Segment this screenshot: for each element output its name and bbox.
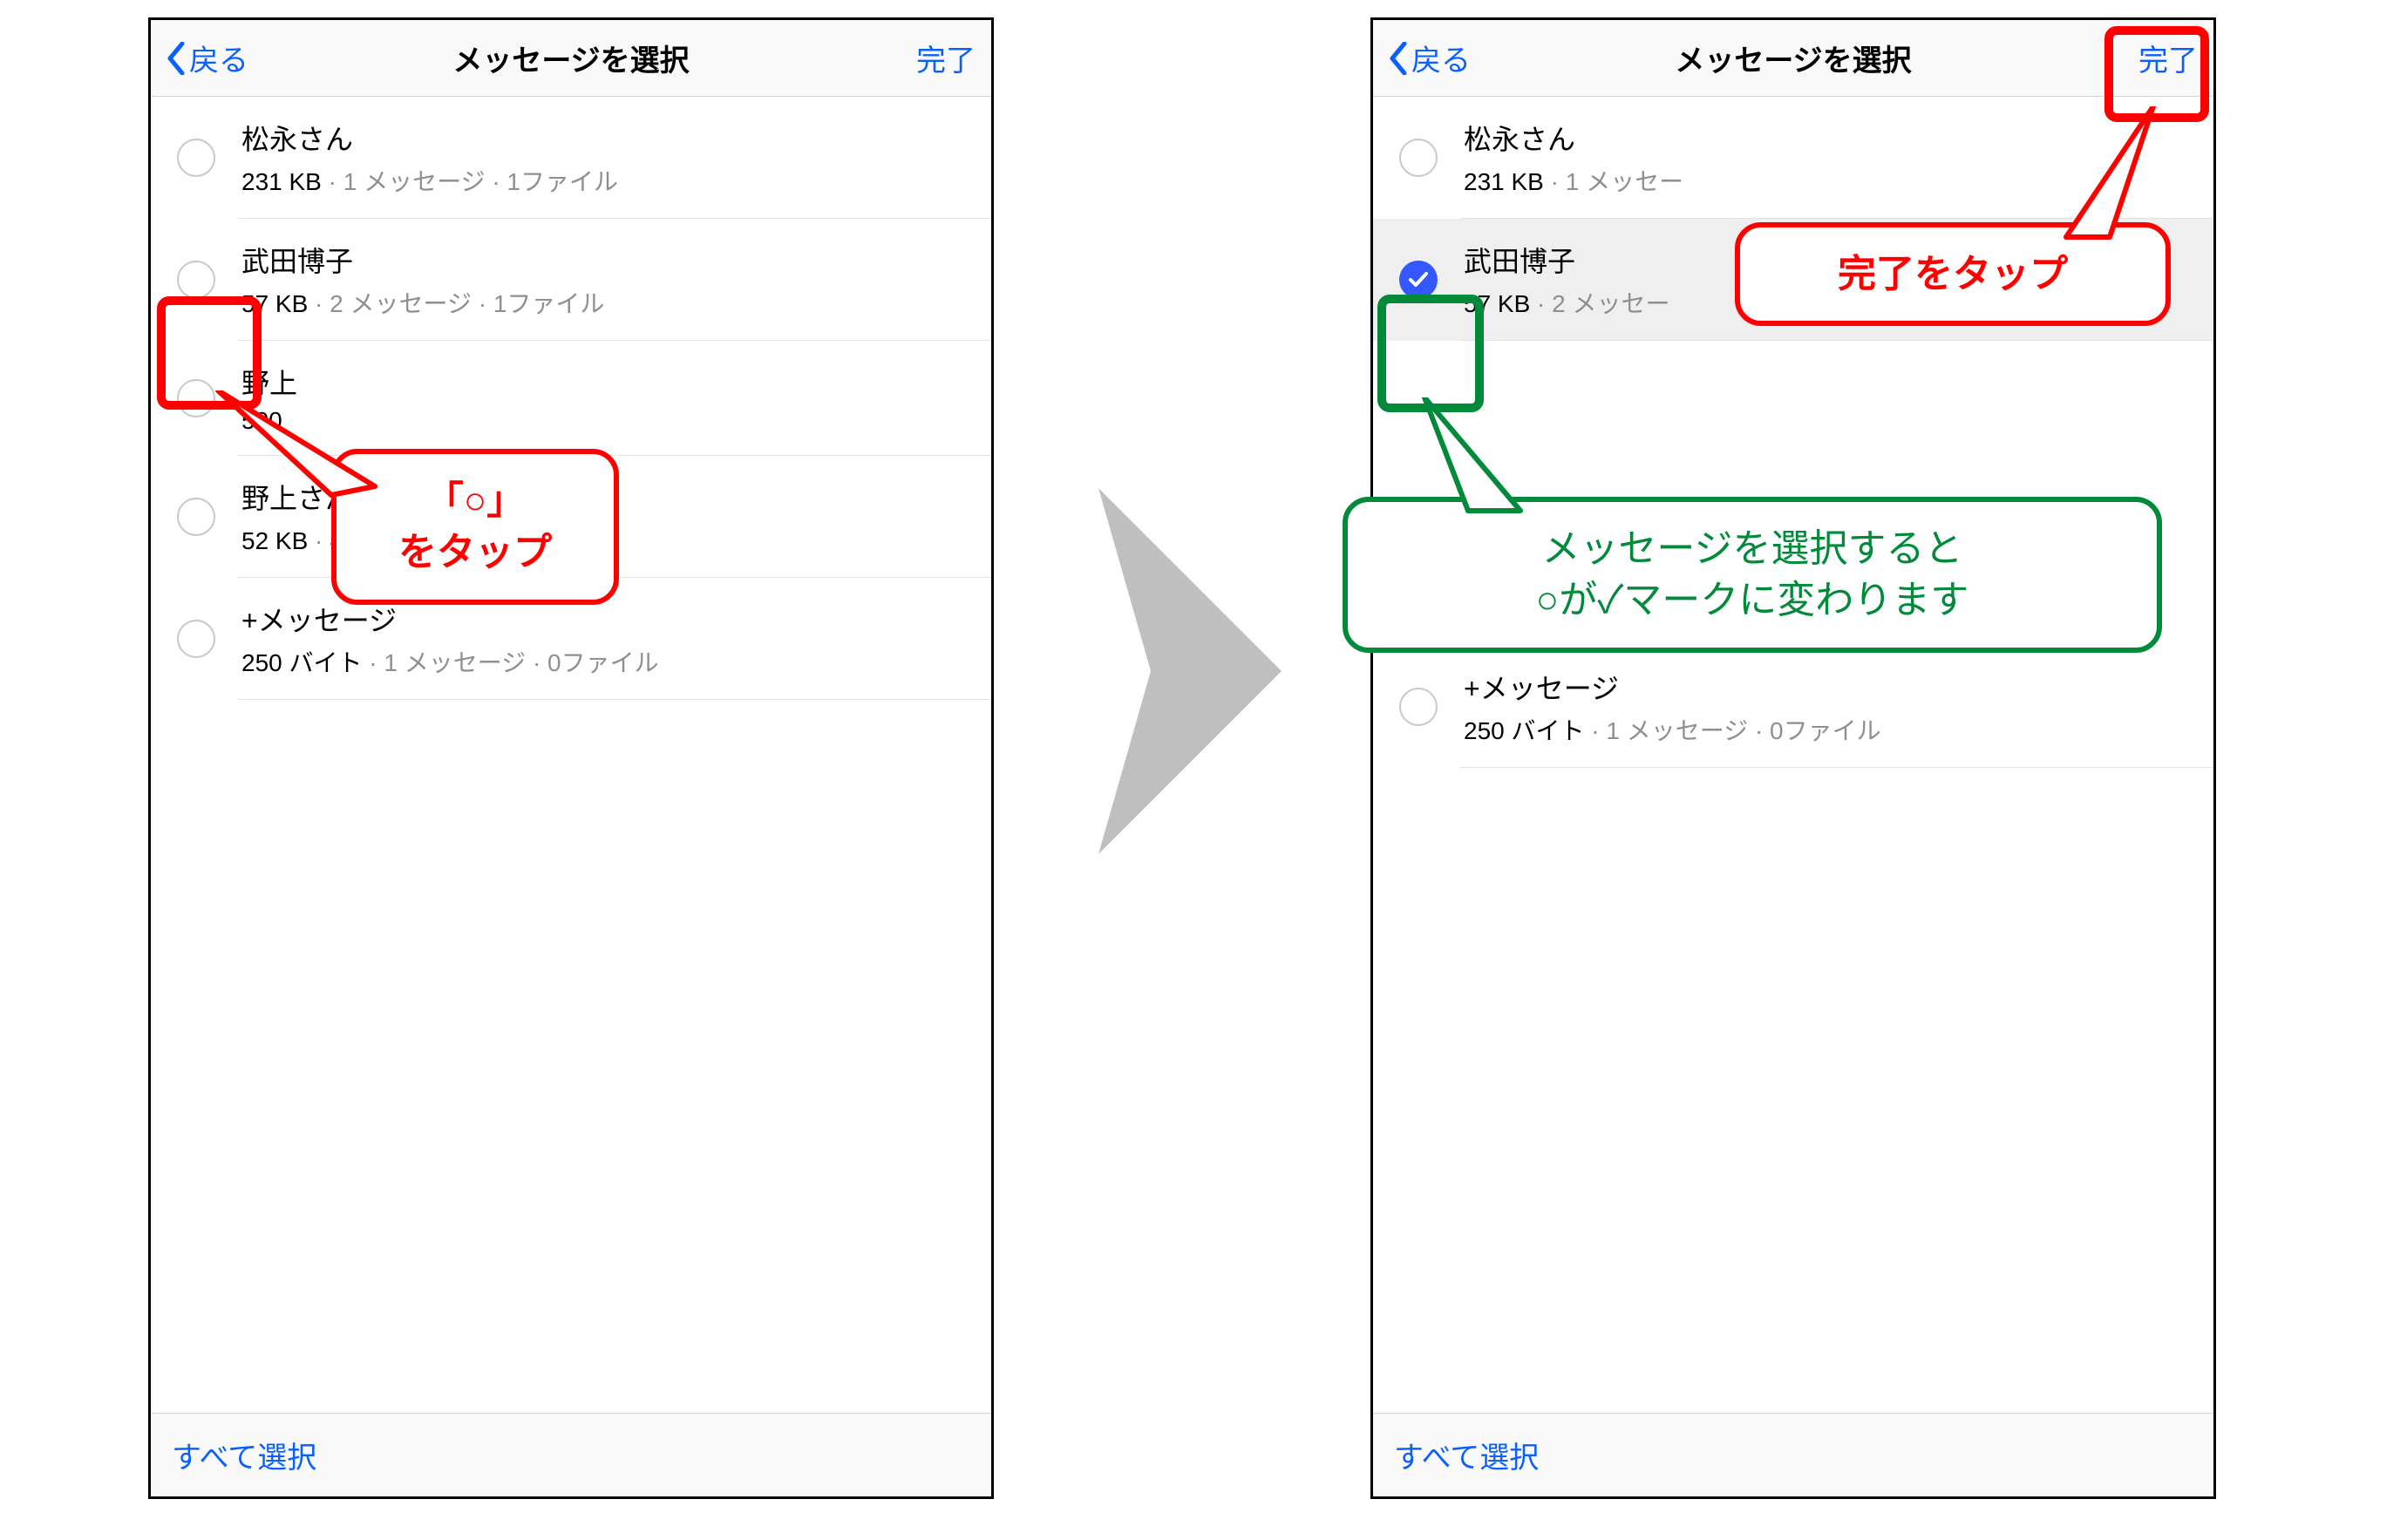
list-item[interactable]: 松永さん 231 KB · 1 メッセー — [1373, 97, 2213, 219]
callout-tap-done: 完了をタップ — [1735, 222, 2171, 326]
list-item-text: +メッセージ 250 バイト · 1 メッセージ · 0ファイル — [241, 599, 974, 679]
list-item-text: 武田博子 57 KB · 2 メッセージ · 1ファイル — [241, 240, 974, 320]
list-item-text: 野上 500 — [241, 362, 974, 435]
page-title: メッセージを選択 — [151, 37, 991, 79]
list-item-title: 武田博子 — [241, 240, 974, 280]
select-circle-icon[interactable] — [177, 379, 215, 417]
back-label: 戻る — [1411, 37, 1471, 79]
phone-left: 戻る メッセージを選択 完了 松永さん 231 KB · 1 メッセージ · 1… — [148, 17, 994, 1499]
select-circle-icon[interactable] — [177, 498, 215, 536]
back-button[interactable]: 戻る — [167, 37, 248, 79]
back-label: 戻る — [189, 37, 248, 79]
navbar: 戻る メッセージを選択 完了 — [151, 20, 991, 97]
callout-explain: メッセージを選択すると ○が✓マークに変わります — [1343, 497, 2162, 653]
select-circle-icon-checked[interactable] — [1399, 261, 1438, 299]
list-item-sub: 231 KB · 1 メッセージ · 1ファイル — [241, 163, 974, 198]
chevron-left-icon — [167, 42, 186, 75]
list-item[interactable]: 武田博子 57 KB · 2 メッセージ · 1ファイル — [151, 219, 991, 341]
list-item-sub: 250 バイト · 1 メッセージ · 0ファイル — [241, 644, 974, 679]
chevron-left-icon — [1389, 42, 1408, 75]
footer: すべて選択 — [151, 1413, 991, 1496]
done-button[interactable]: 完了 — [2138, 37, 2198, 79]
list-item[interactable]: +メッセージ 250 バイト · 1 メッセージ · 0ファイル — [1373, 646, 2213, 768]
select-circle-icon[interactable] — [177, 620, 215, 658]
list-item[interactable]: 松永さん 231 KB · 1 メッセージ · 1ファイル — [151, 97, 991, 219]
done-button[interactable]: 完了 — [916, 37, 976, 79]
list-item-sub: 250 バイト · 1 メッセージ · 0ファイル — [1464, 712, 2196, 747]
list-item-title: 松永さん — [1464, 118, 2196, 158]
select-circle-icon[interactable] — [1399, 688, 1438, 726]
callout-tap-circle: 「○」 をタップ — [331, 449, 619, 605]
navbar: 戻る メッセージを選択 完了 — [1373, 20, 2213, 97]
select-circle-icon[interactable] — [177, 261, 215, 299]
list-item-title: 松永さん — [241, 118, 974, 158]
list-item-text: 松永さん 231 KB · 1 メッセー — [1464, 118, 2196, 198]
select-all-button[interactable]: すべて選択 — [172, 1434, 316, 1476]
select-all-button[interactable]: すべて選択 — [1394, 1434, 1539, 1476]
list-item-sub: 57 KB · 2 メッセージ · 1ファイル — [241, 285, 974, 320]
list-item[interactable]: 野上 500 — [151, 341, 991, 456]
checkmark-icon — [1408, 271, 1429, 288]
list-item-sub: 500 — [241, 407, 974, 435]
footer: すべて選択 — [1373, 1413, 2213, 1496]
select-circle-icon[interactable] — [1399, 139, 1438, 177]
list-item-title: +メッセージ — [241, 599, 974, 639]
message-list: 松永さん 231 KB · 1 メッセージ · 1ファイル 武田博子 57 KB… — [151, 97, 991, 700]
list-item-title: 野上 — [241, 362, 974, 402]
list-item-text: +メッセージ 250 バイト · 1 メッセージ · 0ファイル — [1464, 667, 2196, 747]
page-title: メッセージを選択 — [1373, 37, 2213, 79]
list-item-sub: 231 KB · 1 メッセー — [1464, 163, 2196, 198]
big-arrow-icon — [1098, 488, 1282, 854]
select-circle-icon[interactable] — [177, 139, 215, 177]
list-item-text: 松永さん 231 KB · 1 メッセージ · 1ファイル — [241, 118, 974, 198]
list-item-title: +メッセージ — [1464, 667, 2196, 707]
message-list: 松永さん 231 KB · 1 メッセー 武田博子 57 KB · 2 メッセー — [1373, 97, 2213, 768]
back-button[interactable]: 戻る — [1389, 37, 1471, 79]
